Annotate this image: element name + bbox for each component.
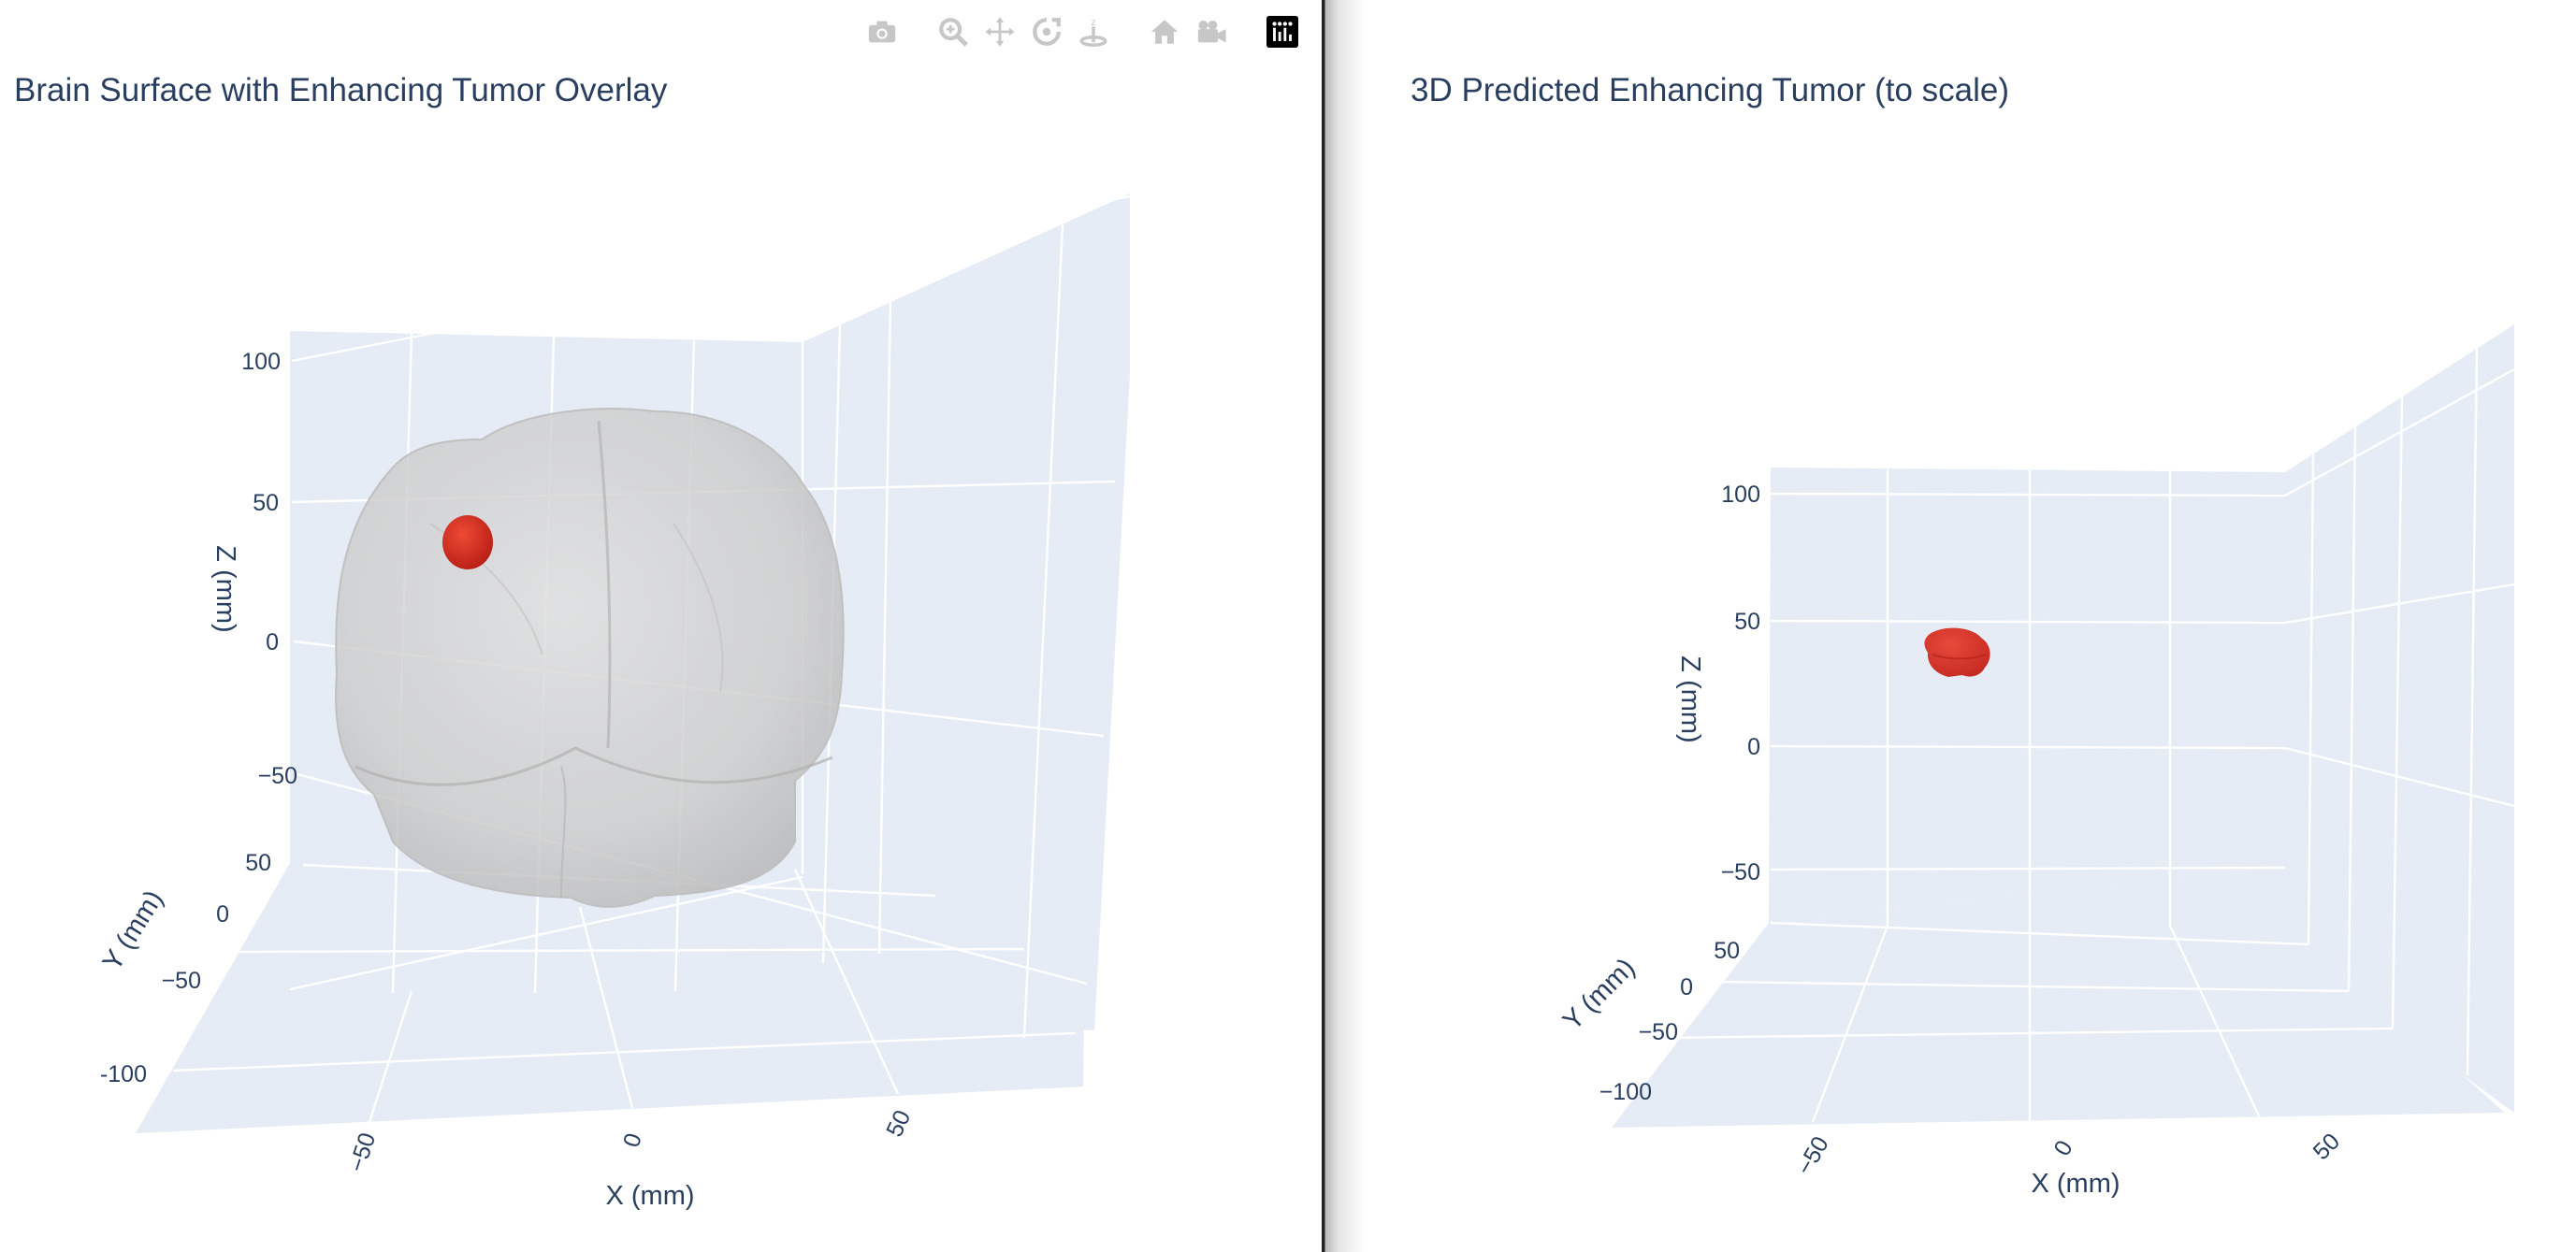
orbit-rotation-icon[interactable] [1029,14,1064,50]
z-tick-label: 100 [1721,482,1760,508]
camera-view-icon[interactable] [1194,14,1229,50]
z-tick-label: −50 [1721,859,1760,885]
left-figure: Brain Surface with Enhancing Tumor Overl… [0,0,1323,1252]
right-chart-svg[interactable]: 3D Predicted Enhancing Tumor (to scale) [1326,0,2576,1252]
right-figure: 3D Predicted Enhancing Tumor (to scale) [1326,0,2576,1252]
svg-text:z: z [1092,18,1096,28]
plotly-logo-icon[interactable] [1265,14,1300,50]
z-axis-title: Z (mm) [210,545,240,632]
y-tick-label: 0 [1680,974,1693,1000]
x-tick-label: 0 [2048,1136,2077,1160]
x-tick-label: 50 [2308,1129,2345,1165]
z-tick-label: 0 [266,629,279,655]
zoom-icon[interactable] [935,14,971,50]
chart-title: Brain Surface with Enhancing Tumor Overl… [14,72,668,108]
tumor-mesh [442,515,493,569]
z-tick-label: 100 [241,349,281,375]
y-tick-label: −50 [1639,1019,1678,1045]
y-tick-label: −100 [1599,1079,1652,1105]
camera-icon[interactable] [864,14,900,50]
x-tick-label: −50 [344,1130,382,1175]
z-tick-label: 0 [1747,734,1760,760]
y-tick-label: 50 [1714,938,1740,964]
x-tick-label: −50 [1791,1132,1833,1180]
z-tick-label: −50 [258,763,297,789]
y-tick-label: 50 [245,850,271,876]
z-axis-title: Z (mm) [1675,655,1705,742]
turntable-rotation-icon[interactable]: z [1076,14,1111,50]
chart-title: 3D Predicted Enhancing Tumor (to scale) [1411,72,2009,108]
y-tick-label: 0 [216,901,229,928]
modebar: z [864,13,1300,50]
x-axis-title: X (mm) [605,1181,694,1211]
left-chart-svg[interactable]: Brain Surface with Enhancing Tumor Overl… [0,0,1323,1252]
home-icon[interactable] [1147,14,1182,50]
y-axis-title: Y (mm) [97,885,169,976]
brain-mesh [335,408,845,908]
z-tick-label: 50 [1734,609,1760,635]
z-tick-label: 50 [253,490,279,516]
x-tick-label: 50 [881,1106,916,1141]
x-axis-title: X (mm) [2031,1169,2120,1199]
y-tick-label: −50 [162,968,201,994]
y-axis-title: Y (mm) [1557,953,1641,1036]
x-tick-label: 0 [618,1130,647,1151]
y-tick-label: -100 [100,1061,147,1087]
pan-icon[interactable] [982,14,1018,50]
scene-wall-back [1769,468,2285,923]
